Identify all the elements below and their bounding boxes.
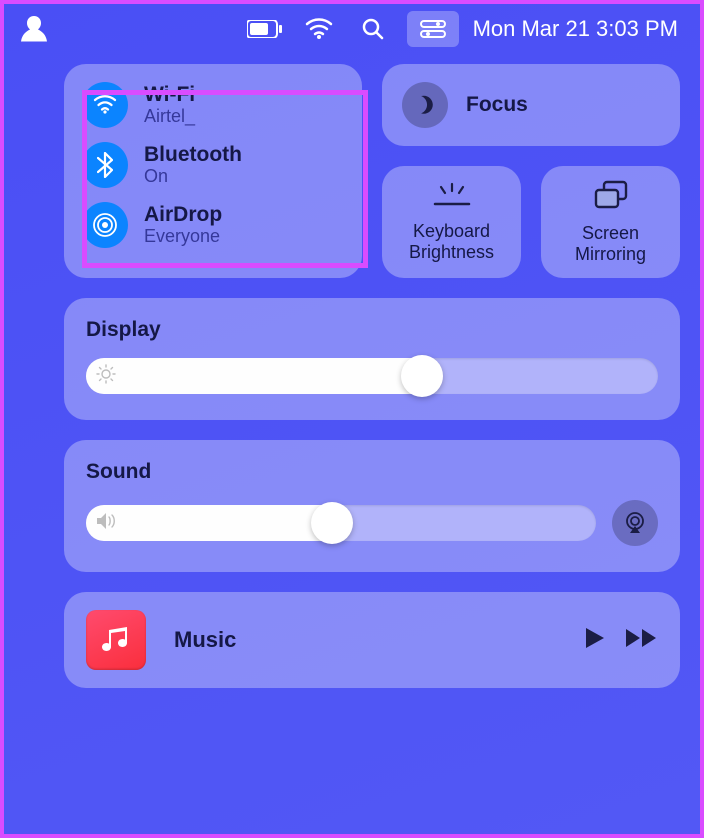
speaker-icon	[96, 512, 118, 535]
display-slider[interactable]	[86, 358, 658, 394]
wifi-icon[interactable]	[299, 13, 339, 45]
music-label: Music	[174, 627, 556, 653]
play-button[interactable]	[584, 626, 606, 655]
display-label: Display	[86, 318, 658, 342]
keyboard-brightness-label: Keyboard Brightness	[409, 221, 494, 262]
next-button[interactable]	[624, 627, 658, 654]
wifi-icon	[82, 82, 128, 128]
moon-icon	[402, 82, 448, 128]
airdrop-icon	[82, 202, 128, 248]
bluetooth-icon	[82, 142, 128, 188]
wifi-status: Airtel_	[144, 106, 195, 127]
wifi-toggle[interactable]: Wi-Fi Airtel_	[82, 82, 344, 128]
sound-card: Sound	[64, 440, 680, 572]
keyboard-brightness-button[interactable]: Keyboard Brightness	[382, 166, 521, 278]
bluetooth-label: Bluetooth	[144, 143, 242, 167]
wifi-label: Wi-Fi	[144, 83, 195, 107]
airplay-audio-button[interactable]	[612, 500, 658, 546]
control-center-panel: Wi-Fi Airtel_ Bluetooth On AirDrop	[64, 64, 680, 688]
network-card: Wi-Fi Airtel_ Bluetooth On AirDrop	[64, 64, 362, 278]
screen-mirroring-label: Screen Mirroring	[575, 223, 646, 264]
sound-label: Sound	[86, 460, 658, 484]
search-icon[interactable]	[353, 13, 393, 45]
screen-mirroring-icon	[592, 180, 630, 215]
control-center-icon[interactable]	[407, 11, 459, 47]
music-app-icon	[86, 610, 146, 670]
user-silhouette-icon[interactable]	[14, 13, 54, 45]
keyboard-brightness-icon	[431, 182, 473, 213]
sound-slider[interactable]	[86, 505, 596, 541]
focus-label: Focus	[466, 93, 528, 117]
bluetooth-toggle[interactable]: Bluetooth On	[82, 142, 344, 188]
music-card[interactable]: Music	[64, 592, 680, 688]
airdrop-label: AirDrop	[144, 203, 222, 227]
brightness-icon	[96, 364, 116, 389]
screen-mirroring-button[interactable]: Screen Mirroring	[541, 166, 680, 278]
focus-button[interactable]: Focus	[382, 64, 680, 146]
bluetooth-status: On	[144, 166, 242, 187]
display-card: Display	[64, 298, 680, 420]
airdrop-status: Everyone	[144, 226, 222, 247]
airplay-icon	[622, 510, 648, 536]
menubar-datetime[interactable]: Mon Mar 21 3:03 PM	[473, 16, 690, 42]
battery-icon[interactable]	[245, 13, 285, 45]
airdrop-toggle[interactable]: AirDrop Everyone	[82, 202, 344, 248]
